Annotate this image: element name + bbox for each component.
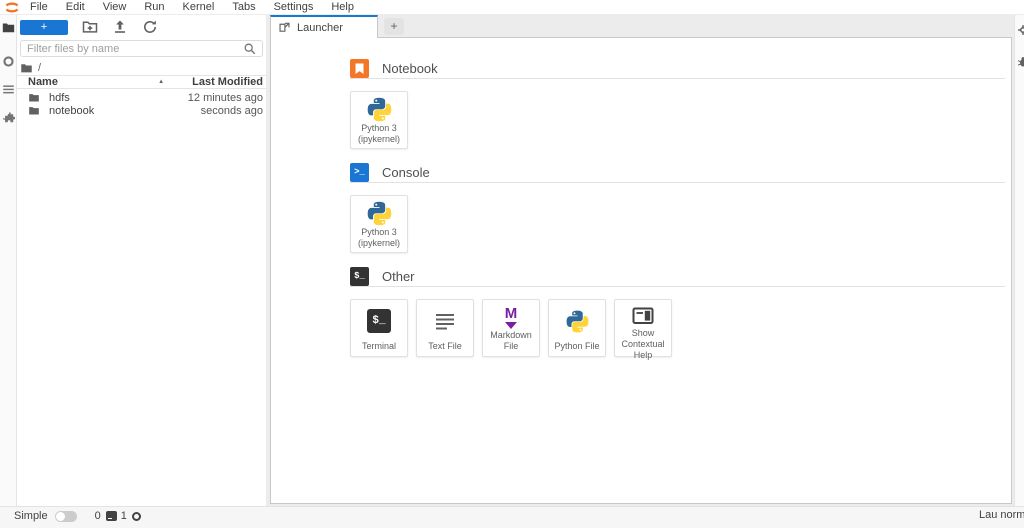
console-icon: >_ [350,163,369,182]
section-title: Console [382,165,430,180]
file-browser-panel: + / Name ▲ Last Modified [17,15,266,506]
file-row-notebook[interactable]: notebook seconds ago [17,104,266,117]
menu-settings[interactable]: Settings [265,0,323,15]
search-icon [243,42,257,56]
launcher-section-console: >_ Console Python 3 (ipykernel) [350,162,1005,253]
section-title: Other [382,269,415,284]
left-activity-bar [0,15,17,506]
contextual-help-icon [631,304,655,328]
menu-run[interactable]: Run [135,0,173,15]
new-folder-icon[interactable] [82,19,98,35]
folder-icon [28,105,40,116]
tab-label: Launcher [297,22,343,34]
menubar: File Edit View Run Kernel Tabs Settings … [0,0,1024,15]
launcher-card-markdown-file[interactable]: M Markdown File [482,299,540,357]
refresh-icon[interactable] [142,19,158,35]
section-header: $_ Other [350,266,1005,286]
file-modified: 12 minutes ago [188,92,263,104]
file-browser-toolbar: + [17,18,266,36]
upload-icon[interactable] [112,19,128,35]
file-browser-icon[interactable] [2,21,15,34]
section-divider [350,182,1005,183]
debugger-bug-icon[interactable] [1017,56,1024,68]
file-list-header: Name ▲ Last Modified [17,75,266,89]
filter-files-box [20,40,263,57]
file-name: notebook [49,105,94,117]
file-row-hdfs[interactable]: hdfs 12 minutes ago [17,91,266,104]
name-column-header[interactable]: Name [28,76,58,88]
text-lines-icon [433,309,457,333]
modified-column-header[interactable]: Last Modified [192,76,263,88]
folder-icon [28,92,40,103]
menu-help[interactable]: Help [322,0,363,15]
card-label: Python 3 (ipykernel) [356,123,402,145]
running-sessions-icon[interactable] [2,55,15,68]
launcher-panel: Notebook Python 3 (ipykernel) [270,37,1012,504]
new-launcher-button[interactable]: + [20,20,68,35]
extension-manager-icon[interactable] [2,111,15,124]
launcher-tab-icon [278,21,291,34]
python-icon [366,200,393,227]
python-icon [565,309,590,334]
section-divider [350,286,1005,287]
kernel-status-icon [132,512,141,521]
kernels-count: 1 [121,510,127,522]
breadcrumb[interactable]: / [20,61,41,75]
launcher-section-other: $_ Other $_ Terminal [350,266,1005,357]
launcher-card-contextual-help[interactable]: Show Contextual Help [614,299,672,357]
right-activity-bar [1014,15,1024,506]
jupyter-logo-icon [3,1,21,14]
card-label: Terminal [360,341,398,352]
terminals-count: 0 [95,510,101,522]
menu-file[interactable]: File [21,0,57,15]
property-inspector-icon[interactable] [1017,24,1024,36]
add-tab-button[interactable]: + [384,18,404,35]
filter-files-input[interactable] [21,43,243,55]
menu-kernel[interactable]: Kernel [174,0,224,15]
terminal-icon: $_ [350,267,369,286]
python-icon [366,96,393,123]
table-of-contents-icon[interactable] [2,83,15,96]
menu-edit[interactable]: Edit [57,0,94,15]
main-dock-area: Launcher + Notebook [266,15,1024,506]
card-label: Python File [552,341,601,352]
menu-tabs[interactable]: Tabs [223,0,264,15]
card-label: Text File [426,341,464,352]
launcher-card-notebook-python3[interactable]: Python 3 (ipykernel) [350,91,408,149]
launcher-card-python-file[interactable]: Python File [548,299,606,357]
status-bar-right-text: Lau norm [979,509,1024,521]
launcher-card-console-python3[interactable]: Python 3 (ipykernel) [350,195,408,253]
card-label: Python 3 (ipykernel) [356,227,402,249]
section-divider [350,78,1005,79]
markdown-icon: M [505,306,518,329]
section-title: Notebook [382,61,438,76]
section-header: Notebook [350,58,1005,78]
file-modified: seconds ago [201,105,263,117]
menu-view[interactable]: View [94,0,136,15]
launcher-card-terminal[interactable]: $_ Terminal [350,299,408,357]
card-label: Markdown File [483,330,539,352]
tab-launcher[interactable]: Launcher [270,15,378,38]
launcher-card-text-file[interactable]: Text File [416,299,474,357]
sessions-indicator[interactable]: 0 1 [95,509,141,523]
file-name: hdfs [49,92,70,104]
status-bar: Simple 0 1 [0,506,1024,528]
sort-ascending-icon[interactable]: ▲ [158,79,164,85]
terminal-icon: $_ [367,309,391,333]
breadcrumb-root[interactable]: / [38,62,41,74]
card-label: Show Contextual Help [615,328,671,360]
simple-mode-label: Simple [14,510,48,522]
notebook-icon [350,59,369,78]
section-header: >_ Console [350,162,1005,182]
launcher-section-notebook: Notebook Python 3 (ipykernel) [350,58,1005,149]
home-folder-icon[interactable] [20,62,33,74]
